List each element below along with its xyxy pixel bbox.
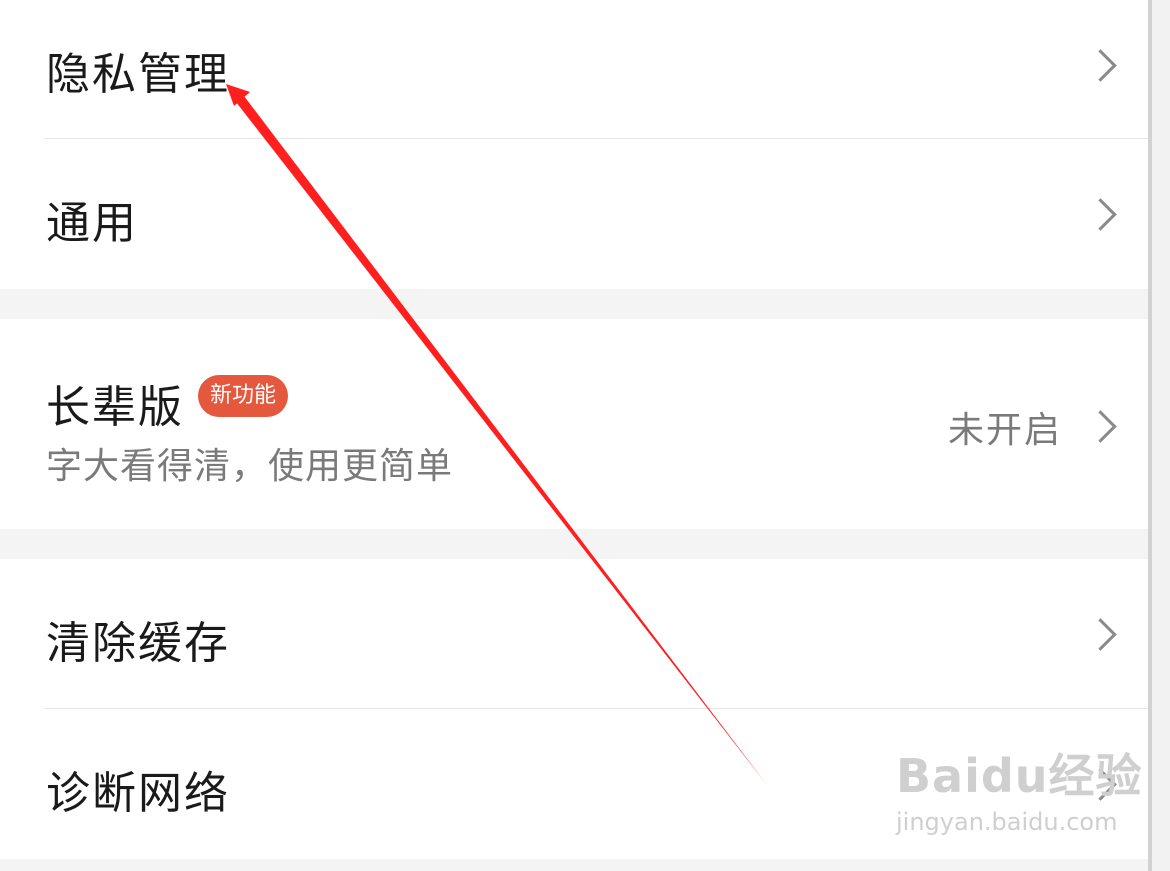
annotation-arrow-shaft bbox=[236, 96, 767, 785]
settings-page: 隐私管理 通用 长辈版 新功能 字大看得清，使用更简单 未开启 清除缓存 诊断网… bbox=[0, 0, 1170, 871]
annotation-arrow bbox=[226, 84, 767, 785]
